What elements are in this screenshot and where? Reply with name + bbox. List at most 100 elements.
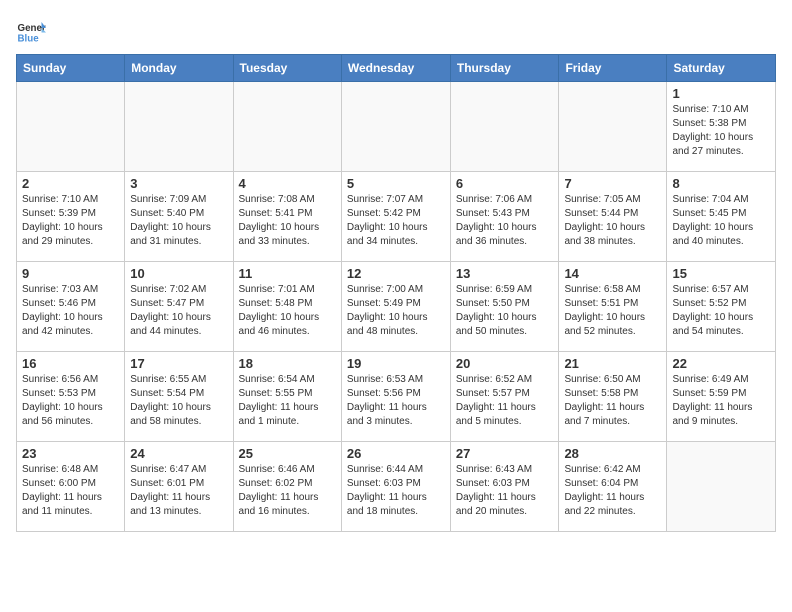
calendar-cell: 23 Sunrise: 6:48 AM Sunset: 6:00 PM Dayli… — [17, 442, 125, 532]
day-number: 17 — [130, 356, 227, 371]
calendar-cell: 3Sunrise: 7:09 AM Sunset: 5:40 PM Daylig… — [125, 172, 233, 262]
day-number: 26 — [347, 446, 445, 461]
day-number: 1 — [672, 86, 770, 101]
calendar-week-1: 2 Sunrise: 7:10 AM Sunset: 5:39 PM Daylig… — [17, 172, 776, 262]
day-info: Sunrise: 6:57 AM Sunset: 5:52 PM Dayligh… — [672, 283, 770, 339]
calendar-cell: 14Sunrise: 6:58 AM Sunset: 5:51 PM Dayli… — [559, 262, 667, 352]
day-info: Sunrise: 6:46 AM Sunset: 6:02 PM Dayligh… — [239, 463, 336, 519]
calendar-cell: 13 Sunrise: 6:59 AM Sunset: 5:50 PM Dayli… — [450, 262, 559, 352]
header: General Blue — [16, 16, 776, 46]
calendar-cell — [341, 82, 450, 172]
day-number: 11 — [239, 266, 336, 281]
calendar-cell: 1 Sunrise: 7:10 AM Sunset: 5:38 PM Daylig… — [667, 82, 776, 172]
calendar-cell: 7 Sunrise: 7:05 AM Sunset: 5:44 PM Daylig… — [559, 172, 667, 262]
day-info: Sunrise: 6:47 AM Sunset: 6:01 PM Dayligh… — [130, 463, 227, 519]
day-number: 20 — [456, 356, 554, 371]
calendar-cell: 2 Sunrise: 7:10 AM Sunset: 5:39 PM Daylig… — [17, 172, 125, 262]
day-info: Sunrise: 7:02 AM Sunset: 5:47 PM Dayligh… — [130, 283, 227, 339]
day-number: 23 — [22, 446, 119, 461]
calendar-cell: 25 Sunrise: 6:46 AM Sunset: 6:02 PM Dayli… — [233, 442, 341, 532]
day-info: Sunrise: 6:55 AM Sunset: 5:54 PM Dayligh… — [130, 373, 227, 429]
day-info: Sunrise: 7:08 AM Sunset: 5:41 PM Dayligh… — [239, 193, 336, 249]
calendar-cell — [450, 82, 559, 172]
calendar-cell: 21 Sunrise: 6:50 AM Sunset: 5:58 PM Dayli… — [559, 352, 667, 442]
calendar-header-row: SundayMondayTuesdayWednesdayThursdayFrid… — [17, 55, 776, 82]
calendar-cell: 24Sunrise: 6:47 AM Sunset: 6:01 PM Dayli… — [125, 442, 233, 532]
day-number: 10 — [130, 266, 227, 281]
logo-icon: General Blue — [16, 16, 46, 46]
calendar-cell: 15 Sunrise: 6:57 AM Sunset: 5:52 PM Dayli… — [667, 262, 776, 352]
day-number: 9 — [22, 266, 119, 281]
day-number: 25 — [239, 446, 336, 461]
day-number: 6 — [456, 176, 554, 191]
day-info: Sunrise: 6:52 AM Sunset: 5:57 PM Dayligh… — [456, 373, 554, 429]
calendar-cell — [17, 82, 125, 172]
calendar-cell — [125, 82, 233, 172]
calendar-cell — [667, 442, 776, 532]
day-number: 5 — [347, 176, 445, 191]
day-number: 2 — [22, 176, 119, 191]
calendar: SundayMondayTuesdayWednesdayThursdayFrid… — [16, 54, 776, 532]
calendar-cell: 16 Sunrise: 6:56 AM Sunset: 5:53 PM Dayli… — [17, 352, 125, 442]
calendar-cell: 4Sunrise: 7:08 AM Sunset: 5:41 PM Daylig… — [233, 172, 341, 262]
day-info: Sunrise: 6:59 AM Sunset: 5:50 PM Dayligh… — [456, 283, 554, 339]
day-info: Sunrise: 7:10 AM Sunset: 5:39 PM Dayligh… — [22, 193, 119, 249]
day-info: Sunrise: 6:50 AM Sunset: 5:58 PM Dayligh… — [564, 373, 661, 429]
calendar-cell: 20 Sunrise: 6:52 AM Sunset: 5:57 PM Dayli… — [450, 352, 559, 442]
day-info: Sunrise: 7:03 AM Sunset: 5:46 PM Dayligh… — [22, 283, 119, 339]
day-info: Sunrise: 6:53 AM Sunset: 5:56 PM Dayligh… — [347, 373, 445, 429]
logo: General Blue — [16, 16, 46, 46]
day-header-monday: Monday — [125, 55, 233, 82]
day-number: 7 — [564, 176, 661, 191]
day-info: Sunrise: 6:54 AM Sunset: 5:55 PM Dayligh… — [239, 373, 336, 429]
day-info: Sunrise: 7:09 AM Sunset: 5:40 PM Dayligh… — [130, 193, 227, 249]
calendar-cell: 18 Sunrise: 6:54 AM Sunset: 5:55 PM Dayli… — [233, 352, 341, 442]
calendar-cell: 6 Sunrise: 7:06 AM Sunset: 5:43 PM Daylig… — [450, 172, 559, 262]
calendar-cell: 22 Sunrise: 6:49 AM Sunset: 5:59 PM Dayli… — [667, 352, 776, 442]
day-header-sunday: Sunday — [17, 55, 125, 82]
calendar-week-4: 23 Sunrise: 6:48 AM Sunset: 6:00 PM Dayli… — [17, 442, 776, 532]
calendar-cell — [559, 82, 667, 172]
calendar-cell: 9 Sunrise: 7:03 AM Sunset: 5:46 PM Daylig… — [17, 262, 125, 352]
calendar-cell — [233, 82, 341, 172]
day-info: Sunrise: 6:49 AM Sunset: 5:59 PM Dayligh… — [672, 373, 770, 429]
calendar-week-3: 16 Sunrise: 6:56 AM Sunset: 5:53 PM Dayli… — [17, 352, 776, 442]
day-info: Sunrise: 6:58 AM Sunset: 5:51 PM Dayligh… — [564, 283, 661, 339]
calendar-cell: 19 Sunrise: 6:53 AM Sunset: 5:56 PM Dayli… — [341, 352, 450, 442]
day-number: 18 — [239, 356, 336, 371]
day-header-saturday: Saturday — [667, 55, 776, 82]
day-info: Sunrise: 7:06 AM Sunset: 5:43 PM Dayligh… — [456, 193, 554, 249]
day-number: 12 — [347, 266, 445, 281]
calendar-week-2: 9 Sunrise: 7:03 AM Sunset: 5:46 PM Daylig… — [17, 262, 776, 352]
calendar-cell: 5 Sunrise: 7:07 AM Sunset: 5:42 PM Daylig… — [341, 172, 450, 262]
day-header-wednesday: Wednesday — [341, 55, 450, 82]
day-info: Sunrise: 7:07 AM Sunset: 5:42 PM Dayligh… — [347, 193, 445, 249]
day-number: 16 — [22, 356, 119, 371]
day-info: Sunrise: 6:44 AM Sunset: 6:03 PM Dayligh… — [347, 463, 445, 519]
calendar-cell: 8Sunrise: 7:04 AM Sunset: 5:45 PM Daylig… — [667, 172, 776, 262]
day-number: 28 — [564, 446, 661, 461]
calendar-cell: 26 Sunrise: 6:44 AM Sunset: 6:03 PM Dayli… — [341, 442, 450, 532]
calendar-cell: 12 Sunrise: 7:00 AM Sunset: 5:49 PM Dayli… — [341, 262, 450, 352]
day-info: Sunrise: 6:48 AM Sunset: 6:00 PM Dayligh… — [22, 463, 119, 519]
day-info: Sunrise: 6:43 AM Sunset: 6:03 PM Dayligh… — [456, 463, 554, 519]
calendar-cell: 27 Sunrise: 6:43 AM Sunset: 6:03 PM Dayli… — [450, 442, 559, 532]
calendar-week-0: 1 Sunrise: 7:10 AM Sunset: 5:38 PM Daylig… — [17, 82, 776, 172]
day-info: Sunrise: 7:10 AM Sunset: 5:38 PM Dayligh… — [672, 103, 770, 159]
calendar-cell: 17 Sunrise: 6:55 AM Sunset: 5:54 PM Dayli… — [125, 352, 233, 442]
day-info: Sunrise: 7:05 AM Sunset: 5:44 PM Dayligh… — [564, 193, 661, 249]
day-number: 13 — [456, 266, 554, 281]
day-number: 21 — [564, 356, 661, 371]
day-number: 19 — [347, 356, 445, 371]
svg-text:Blue: Blue — [18, 34, 40, 45]
day-info: Sunrise: 7:00 AM Sunset: 5:49 PM Dayligh… — [347, 283, 445, 339]
day-info: Sunrise: 6:56 AM Sunset: 5:53 PM Dayligh… — [22, 373, 119, 429]
day-number: 15 — [672, 266, 770, 281]
day-info: Sunrise: 6:42 AM Sunset: 6:04 PM Dayligh… — [564, 463, 661, 519]
calendar-cell: 28 Sunrise: 6:42 AM Sunset: 6:04 PM Dayli… — [559, 442, 667, 532]
day-info: Sunrise: 7:01 AM Sunset: 5:48 PM Dayligh… — [239, 283, 336, 339]
day-header-tuesday: Tuesday — [233, 55, 341, 82]
day-number: 27 — [456, 446, 554, 461]
day-number: 8 — [672, 176, 770, 191]
day-number: 22 — [672, 356, 770, 371]
